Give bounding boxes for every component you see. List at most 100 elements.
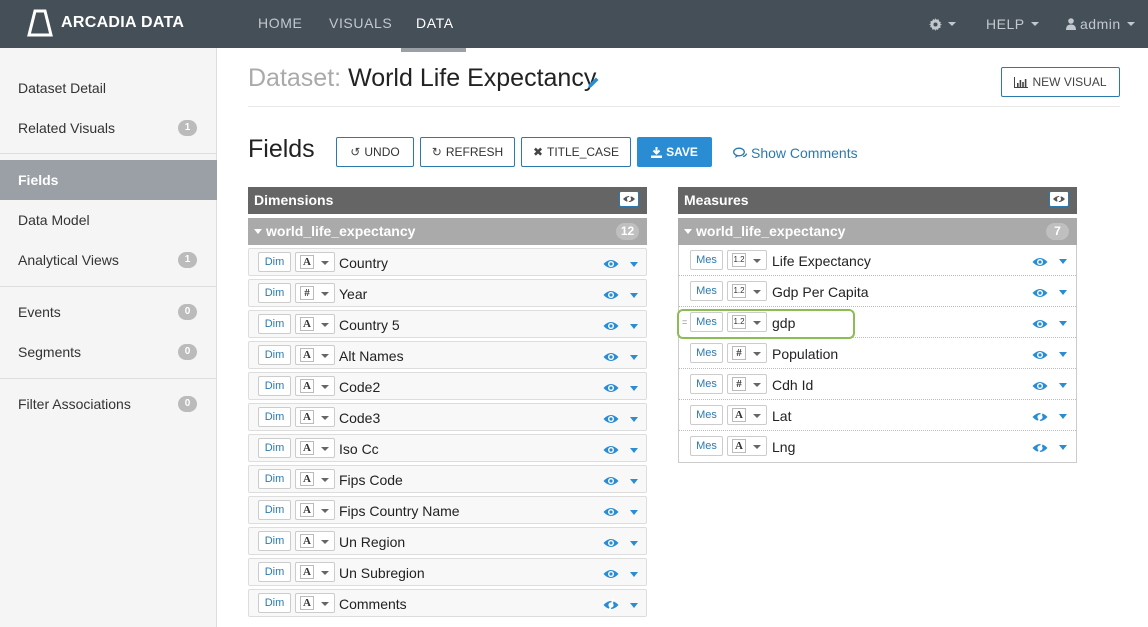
role-button[interactable]: Dim [258, 500, 291, 520]
field-name[interactable]: Code2 [339, 379, 380, 395]
field-row[interactable]: Dim A Country 5 [248, 310, 647, 338]
eye-icon[interactable] [603, 474, 619, 486]
sidebar-item-related-visuals[interactable]: Related Visuals 1 [0, 108, 217, 148]
dimensions-group-header[interactable]: world_life_expectancy 12 [248, 218, 647, 245]
field-row[interactable]: Dim A Un Subregion [248, 558, 647, 586]
field-name[interactable]: Year [339, 286, 367, 302]
new-visual-button[interactable]: NEW VISUAL [1001, 67, 1120, 97]
eye-icon[interactable] [1032, 317, 1048, 329]
field-row[interactable]: Dim A Alt Names [248, 341, 647, 369]
eye-icon[interactable] [603, 443, 619, 455]
field-row[interactable]: Dim A Iso Cc [248, 434, 647, 462]
drag-handle-icon[interactable]: = [682, 317, 687, 327]
type-dropdown[interactable]: 1.2 [727, 250, 767, 270]
field-name[interactable]: Life Expectancy [772, 253, 871, 269]
eye-icon[interactable] [603, 505, 619, 517]
nav-visuals[interactable]: VISUALS [329, 0, 392, 48]
role-button[interactable]: Dim [258, 562, 291, 582]
field-row[interactable]: = Mes 1.2 gdp [677, 307, 1076, 339]
refresh-button[interactable]: ↻ REFRESH [420, 137, 515, 167]
eye-icon[interactable] [603, 288, 619, 300]
field-menu-caret-icon[interactable] [630, 324, 638, 329]
toggle-hidden-fields-button[interactable] [619, 191, 639, 207]
role-button[interactable]: Dim [258, 283, 291, 303]
title-case-button[interactable]: ✖ TITLE_CASE [521, 137, 631, 167]
eye-icon[interactable] [1032, 379, 1048, 391]
field-menu-caret-icon[interactable] [630, 293, 638, 298]
field-menu-caret-icon[interactable] [630, 479, 638, 484]
eye-icon[interactable] [1032, 286, 1048, 298]
type-dropdown[interactable]: A [295, 252, 335, 272]
role-button[interactable]: Dim [258, 531, 291, 551]
type-dropdown[interactable]: A [295, 314, 335, 334]
field-menu-caret-icon[interactable] [630, 603, 638, 608]
type-dropdown[interactable]: A [295, 438, 335, 458]
help-menu[interactable]: HELP [986, 0, 1039, 48]
field-menu-caret-icon[interactable] [1059, 290, 1067, 295]
field-name[interactable]: Population [772, 346, 838, 362]
eye-slash-icon[interactable] [603, 598, 619, 612]
field-row[interactable]: Dim A Code3 [248, 403, 647, 431]
role-button[interactable]: Dim [258, 593, 291, 613]
measures-group-header[interactable]: world_life_expectancy 7 [678, 218, 1077, 245]
field-row[interactable]: Dim A Fips Country Name [248, 496, 647, 524]
eye-slash-icon[interactable] [1032, 410, 1048, 424]
eye-icon[interactable] [603, 536, 619, 548]
type-dropdown[interactable]: A [295, 407, 335, 427]
field-name[interactable]: Alt Names [339, 348, 404, 364]
role-button[interactable]: Mes [690, 312, 723, 332]
role-button[interactable]: Mes [690, 250, 723, 270]
field-menu-caret-icon[interactable] [1059, 321, 1067, 326]
field-name[interactable]: Un Subregion [339, 565, 425, 581]
field-row[interactable]: Mes A Lat [679, 400, 1076, 431]
sidebar-item-data-model[interactable]: Data Model [0, 200, 217, 240]
field-name[interactable]: Country [339, 255, 388, 271]
type-dropdown[interactable]: # [727, 343, 767, 363]
type-dropdown[interactable]: A [295, 531, 335, 551]
field-name[interactable]: Fips Code [339, 472, 403, 488]
field-menu-caret-icon[interactable] [630, 355, 638, 360]
type-dropdown[interactable]: 1.2 [727, 281, 767, 301]
field-row[interactable]: Mes # Population [679, 338, 1076, 369]
eye-icon[interactable] [603, 257, 619, 269]
field-name[interactable]: Lng [772, 439, 795, 455]
field-name[interactable]: Iso Cc [339, 441, 379, 457]
type-dropdown[interactable]: # [295, 283, 335, 303]
eye-icon[interactable] [603, 319, 619, 331]
type-dropdown[interactable]: A [295, 376, 335, 396]
eye-icon[interactable] [1032, 348, 1048, 360]
eye-icon[interactable] [603, 381, 619, 393]
field-name[interactable]: gdp [772, 315, 795, 331]
field-menu-caret-icon[interactable] [630, 417, 638, 422]
type-dropdown[interactable]: A [727, 405, 767, 425]
field-name[interactable]: Fips Country Name [339, 503, 460, 519]
field-name[interactable]: Gdp Per Capita [772, 284, 869, 300]
role-button[interactable]: Dim [258, 438, 291, 458]
field-name[interactable]: Un Region [339, 534, 405, 550]
field-menu-caret-icon[interactable] [630, 572, 638, 577]
field-row[interactable]: Mes A Lng [679, 431, 1076, 462]
field-name[interactable]: Comments [339, 596, 407, 612]
type-dropdown[interactable]: A [295, 593, 335, 613]
field-name[interactable]: Country 5 [339, 317, 400, 333]
settings-menu[interactable] [929, 0, 956, 48]
field-row[interactable]: Mes # Cdh Id [679, 369, 1076, 400]
save-button[interactable]: SAVE [637, 137, 712, 167]
field-menu-caret-icon[interactable] [630, 386, 638, 391]
eye-icon[interactable] [603, 350, 619, 362]
sidebar-item-segments[interactable]: Segments 0 [0, 332, 217, 372]
sidebar-item-fields[interactable]: Fields [0, 160, 217, 200]
type-dropdown[interactable]: A [295, 500, 335, 520]
field-menu-caret-icon[interactable] [1059, 259, 1067, 264]
type-dropdown[interactable]: A [727, 436, 767, 456]
sidebar-item-events[interactable]: Events 0 [0, 292, 217, 332]
role-button[interactable]: Dim [258, 376, 291, 396]
field-row[interactable]: Dim A Country [248, 248, 647, 276]
field-name[interactable]: Cdh Id [772, 377, 813, 393]
role-button[interactable]: Mes [690, 436, 723, 456]
nav-data[interactable]: DATA [416, 0, 454, 48]
pencil-icon[interactable] [587, 76, 600, 94]
field-row[interactable]: Dim A Code2 [248, 372, 647, 400]
field-menu-caret-icon[interactable] [630, 510, 638, 515]
brand-logo[interactable]: ARCADIA DATA [27, 9, 184, 37]
